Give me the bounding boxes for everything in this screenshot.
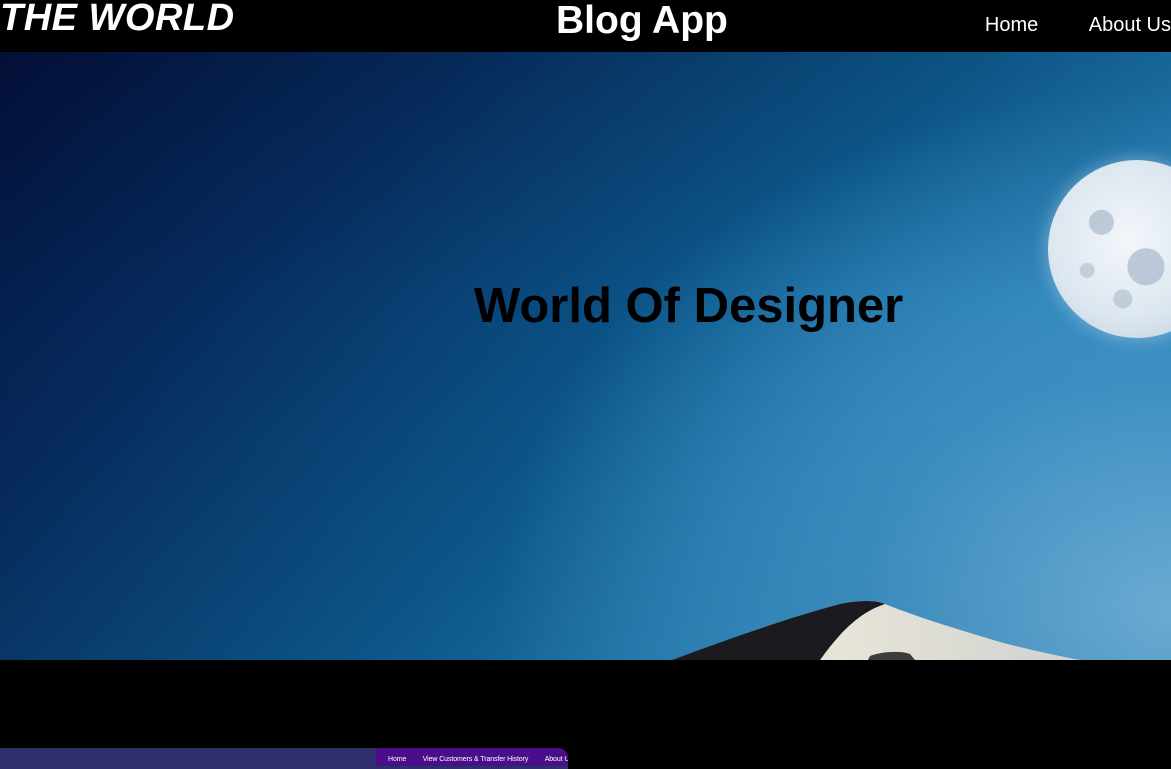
sand-dune-image (672, 601, 1080, 660)
nav-link-about-us[interactable]: About Us (1089, 14, 1171, 37)
embedded-nav-customers[interactable]: View Customers & Transfer History (423, 753, 529, 766)
hero-heading: World Of Designer (474, 279, 904, 333)
nav-links: Home About Us (939, 14, 1171, 38)
brand-logo-text[interactable]: THE WORLD (0, 0, 235, 40)
page: THE WORLD Blog App Home About Us World O… (0, 0, 1171, 769)
embedded-screenshot-strip: Home View Customers & Transfer History A… (0, 748, 568, 769)
nav-link-home[interactable]: Home (985, 14, 1038, 37)
navbar: THE WORLD Blog App Home About Us (0, 0, 1171, 52)
hero-banner: World Of Designer (0, 52, 1171, 660)
app-title: Blog App (556, 0, 728, 42)
embedded-nav-about[interactable]: About Us (545, 753, 568, 766)
embedded-nav-home[interactable]: Home (388, 753, 406, 766)
embedded-nav-bar: Home View Customers & Transfer History A… (376, 748, 568, 766)
